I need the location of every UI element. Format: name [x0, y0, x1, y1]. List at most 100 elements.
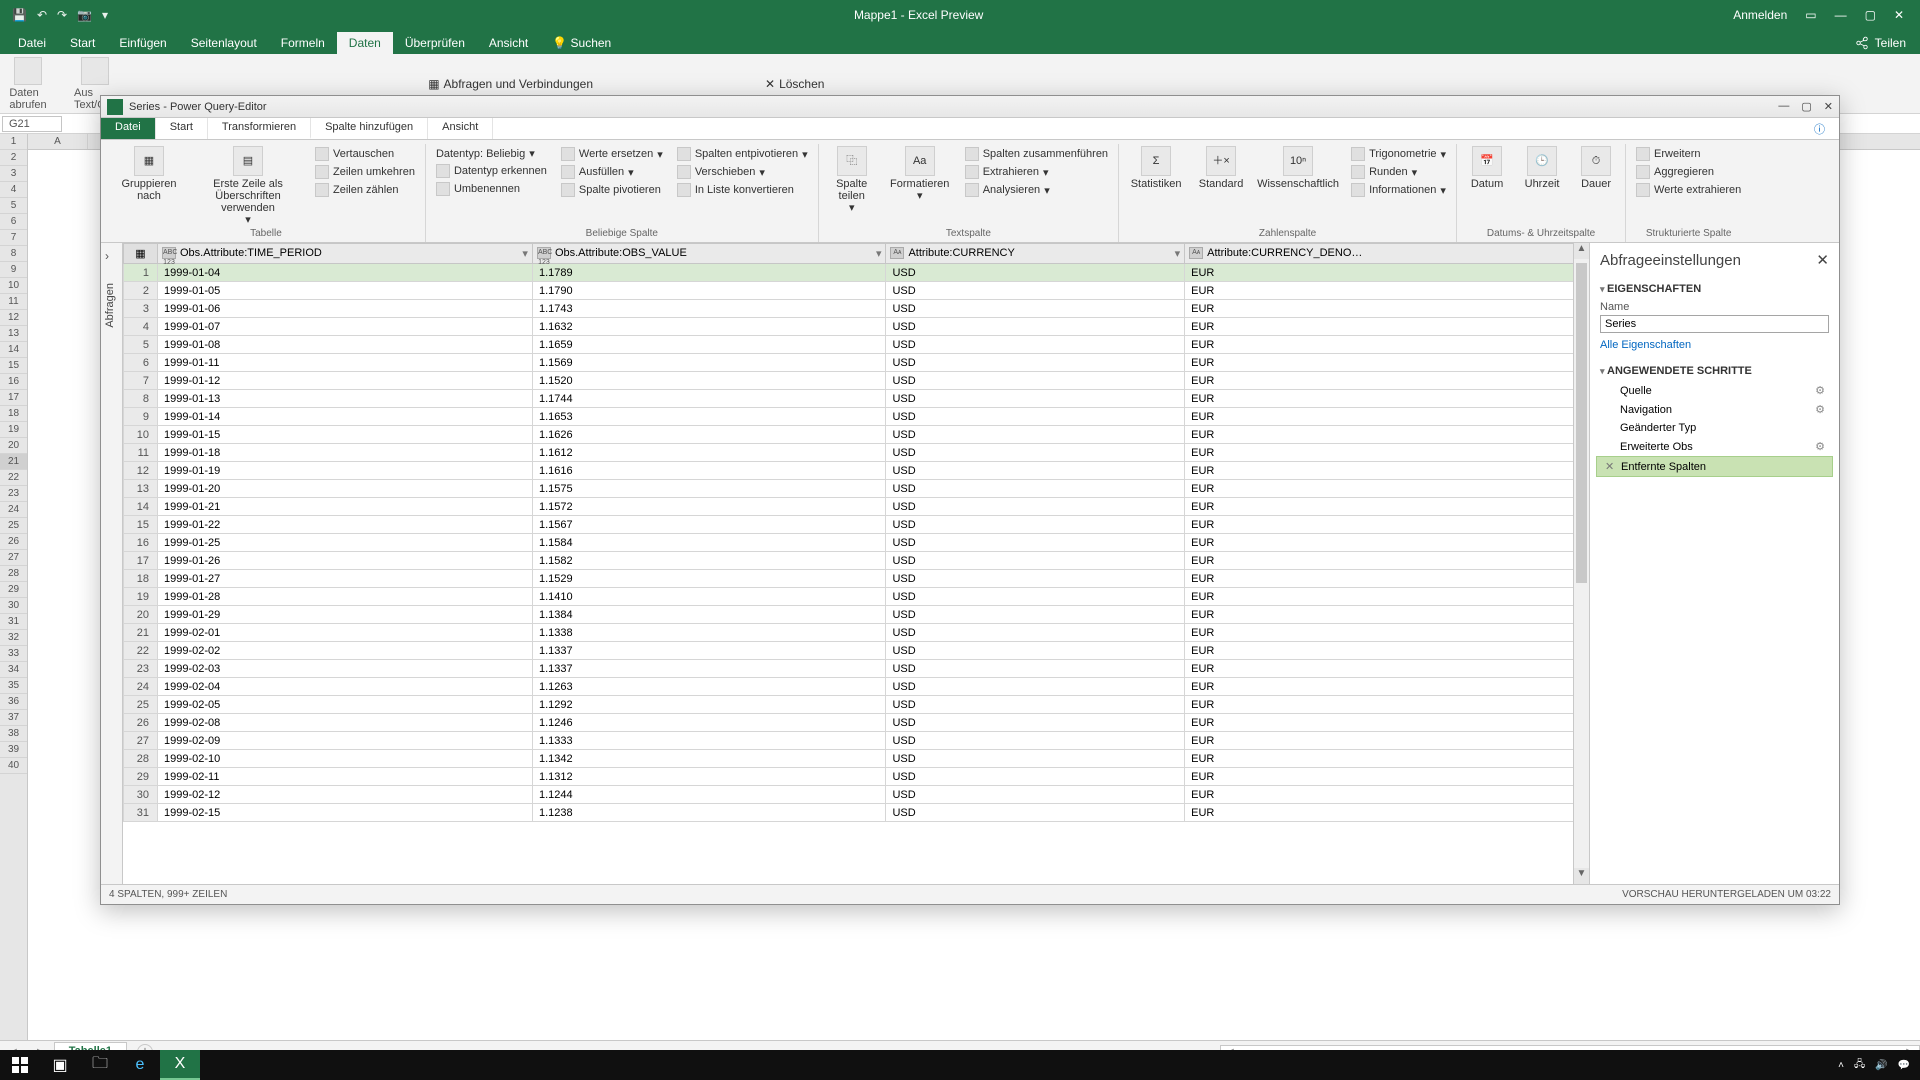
- tab-einfuegen[interactable]: Einfügen: [107, 32, 178, 54]
- cell[interactable]: USD: [886, 660, 1185, 678]
- cell[interactable]: 1999-01-19: [158, 462, 533, 480]
- row-number[interactable]: 12: [124, 462, 158, 480]
- row-number[interactable]: 23: [124, 660, 158, 678]
- row-number[interactable]: 20: [124, 606, 158, 624]
- cell[interactable]: 1.1569: [532, 354, 886, 372]
- cell[interactable]: 1.1333: [532, 732, 886, 750]
- tab-datei[interactable]: Datei: [6, 32, 58, 54]
- cell[interactable]: 1999-01-07: [158, 318, 533, 336]
- cell[interactable]: USD: [886, 570, 1185, 588]
- data-row[interactable]: 241999-02-041.1263USDEUR: [124, 678, 1589, 696]
- row-header[interactable]: 15: [0, 358, 27, 374]
- row-header[interactable]: 13: [0, 326, 27, 342]
- pq-tab-start[interactable]: Start: [156, 118, 208, 139]
- tab-start[interactable]: Start: [58, 32, 107, 54]
- data-row[interactable]: 171999-01-261.1582USDEUR: [124, 552, 1589, 570]
- cell[interactable]: USD: [886, 372, 1185, 390]
- row-number[interactable]: 14: [124, 498, 158, 516]
- cell[interactable]: 1.1338: [532, 624, 886, 642]
- cell[interactable]: EUR: [1185, 732, 1589, 750]
- cell[interactable]: EUR: [1185, 786, 1589, 804]
- row-header[interactable]: 31: [0, 614, 27, 630]
- row-header[interactable]: 9: [0, 262, 27, 278]
- vertauschen-button[interactable]: Vertauschen: [313, 146, 417, 162]
- cell[interactable]: 1999-02-09: [158, 732, 533, 750]
- cell[interactable]: EUR: [1185, 552, 1589, 570]
- spalten-zusammenfuehren-button[interactable]: Spalten zusammenführen: [963, 146, 1110, 162]
- cell[interactable]: USD: [886, 264, 1185, 282]
- cell[interactable]: EUR: [1185, 354, 1589, 372]
- row-header[interactable]: 18: [0, 406, 27, 422]
- analysieren-button[interactable]: Analysieren ▾: [963, 182, 1110, 198]
- pq-tab-spalte[interactable]: Spalte hinzufügen: [311, 118, 428, 139]
- cell[interactable]: 1.1337: [532, 660, 886, 678]
- erweitern-button[interactable]: Erweitern: [1634, 146, 1743, 162]
- row-number[interactable]: 17: [124, 552, 158, 570]
- signin-link[interactable]: Anmelden: [1733, 8, 1787, 22]
- cell[interactable]: EUR: [1185, 606, 1589, 624]
- cell[interactable]: 1.1616: [532, 462, 886, 480]
- col-header-A[interactable]: A: [28, 134, 88, 149]
- row-header[interactable]: 17: [0, 390, 27, 406]
- data-row[interactable]: 31999-01-061.1743USDEUR: [124, 300, 1589, 318]
- share-button[interactable]: Teilen: [1875, 36, 1906, 50]
- properties-section[interactable]: EIGENSCHAFTEN: [1590, 277, 1839, 297]
- column-header-obs-value[interactable]: ABC123Obs.Attribute:OBS_VALUE▾: [532, 244, 886, 264]
- row-header[interactable]: 40: [0, 758, 27, 774]
- erste-zeile-button[interactable]: ▤Erste Zeile als Überschriften verwenden…: [193, 146, 303, 226]
- cell[interactable]: USD: [886, 786, 1185, 804]
- row-number[interactable]: 5: [124, 336, 158, 354]
- cell[interactable]: USD: [886, 624, 1185, 642]
- minimize-icon[interactable]: —: [1835, 8, 1847, 22]
- cell[interactable]: EUR: [1185, 534, 1589, 552]
- cell[interactable]: 1999-02-02: [158, 642, 533, 660]
- close-icon[interactable]: ✕: [1894, 8, 1904, 22]
- cell[interactable]: 1999-01-25: [158, 534, 533, 552]
- row-header[interactable]: 37: [0, 710, 27, 726]
- row-header[interactable]: 34: [0, 662, 27, 678]
- save-icon[interactable]: 💾: [12, 8, 27, 22]
- data-row[interactable]: 11999-01-041.1789USDEUR: [124, 264, 1589, 282]
- applied-step[interactable]: Quelle⚙: [1596, 381, 1833, 400]
- cell[interactable]: 1.1790: [532, 282, 886, 300]
- ribbon-display-icon[interactable]: ▭: [1805, 8, 1816, 22]
- row-number[interactable]: 15: [124, 516, 158, 534]
- row-header[interactable]: 7: [0, 230, 27, 246]
- verschieben-button[interactable]: Verschieben ▾: [675, 164, 810, 180]
- datum-button[interactable]: 📅Datum: [1465, 146, 1509, 190]
- undo-icon[interactable]: ↶: [37, 8, 47, 22]
- redo-icon[interactable]: ↷: [57, 8, 67, 22]
- cell[interactable]: EUR: [1185, 642, 1589, 660]
- datentyp-erkennen-button[interactable]: Datentyp erkennen: [434, 163, 549, 179]
- row-header[interactable]: 36: [0, 694, 27, 710]
- row-number[interactable]: 1: [124, 264, 158, 282]
- cell[interactable]: 1.1744: [532, 390, 886, 408]
- query-name-input[interactable]: [1600, 315, 1829, 333]
- column-header-currency-deno[interactable]: AᴀAttribute:CURRENCY_DENO…▾: [1185, 244, 1589, 264]
- cell[interactable]: USD: [886, 732, 1185, 750]
- cell[interactable]: USD: [886, 354, 1185, 372]
- cell[interactable]: 1999-02-15: [158, 804, 533, 822]
- settings-close-icon[interactable]: ✕: [1816, 251, 1829, 269]
- step-settings-icon[interactable]: ⚙: [1815, 403, 1825, 416]
- row-number[interactable]: 27: [124, 732, 158, 750]
- cell[interactable]: USD: [886, 714, 1185, 732]
- extrahieren-button[interactable]: Extrahieren ▾: [963, 164, 1110, 180]
- statistiken-button[interactable]: ΣStatistiken: [1127, 146, 1185, 190]
- cell[interactable]: 1999-01-12: [158, 372, 533, 390]
- row-number[interactable]: 4: [124, 318, 158, 336]
- informationen-button[interactable]: Informationen ▾: [1349, 182, 1448, 198]
- cell[interactable]: USD: [886, 390, 1185, 408]
- cell[interactable]: 1.1292: [532, 696, 886, 714]
- spalte-teilen-button[interactable]: ⿻Spalte teilen ▾: [827, 146, 877, 214]
- applied-step[interactable]: Erweiterte Obs⚙: [1596, 437, 1833, 456]
- cell[interactable]: EUR: [1185, 444, 1589, 462]
- row-header[interactable]: 6: [0, 214, 27, 230]
- cell[interactable]: 1999-01-21: [158, 498, 533, 516]
- cell[interactable]: 1.1312: [532, 768, 886, 786]
- row-header[interactable]: 8: [0, 246, 27, 262]
- row-number[interactable]: 9: [124, 408, 158, 426]
- cell[interactable]: EUR: [1185, 696, 1589, 714]
- cell[interactable]: 1999-01-20: [158, 480, 533, 498]
- row-number[interactable]: 7: [124, 372, 158, 390]
